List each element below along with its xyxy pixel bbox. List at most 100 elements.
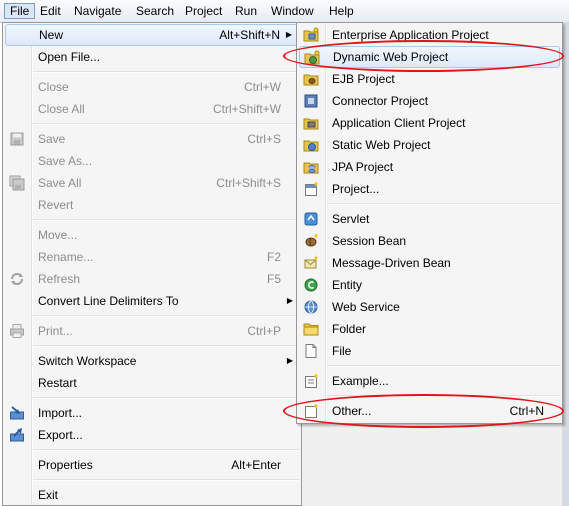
menu-separator (33, 479, 299, 481)
menu-item-label: Open File... (38, 50, 101, 64)
new-entity[interactable]: Entity (299, 274, 560, 296)
menu-item-accelerator: Ctrl+Shift+S (216, 176, 281, 190)
new-web-service[interactable]: Web Service (299, 296, 560, 318)
new-session-bean[interactable]: Session Bean (299, 230, 560, 252)
menu-separator (327, 395, 560, 397)
menu-bar: File Edit Navigate Search Project Run Wi… (0, 0, 569, 23)
entity-icon (304, 278, 318, 292)
ejb-project-icon (303, 74, 319, 86)
new-connector-project[interactable]: Connector Project (299, 90, 560, 112)
new-file[interactable]: File (299, 340, 560, 362)
example-icon (305, 373, 319, 388)
new-jpa-project[interactable]: JPA Project (299, 156, 560, 178)
message-driven-bean-icon (304, 255, 319, 269)
file-menu-save[interactable]: Save Ctrl+S (5, 128, 299, 150)
file-menu-save-as[interactable]: Save As... (5, 150, 299, 172)
new-project[interactable]: Project... (299, 178, 560, 200)
file-menu-move[interactable]: Move... (5, 224, 299, 246)
new-folder[interactable]: Folder (299, 318, 560, 340)
menu-item-label: Session Bean (332, 234, 407, 248)
menu-item-label: Message-Driven Bean (332, 256, 451, 270)
file-menu-export[interactable]: Export... (5, 424, 299, 446)
menu-item-label: Application Client Project (332, 116, 466, 130)
file-menu-close[interactable]: Close Ctrl+W (5, 76, 299, 98)
session-bean-icon (305, 233, 319, 247)
menu-file[interactable]: File (4, 3, 36, 19)
workbench-panel-edge (562, 22, 569, 506)
menu-help[interactable]: Help (324, 3, 359, 19)
file-menu-properties[interactable]: Properties Alt+Enter (5, 454, 299, 476)
menu-item-accelerator: Ctrl+W (244, 80, 281, 94)
web-service-icon (304, 300, 318, 314)
new-servlet[interactable]: Servlet (299, 208, 560, 230)
static-web-project-icon (303, 140, 319, 152)
menu-edit[interactable]: Edit (35, 3, 66, 19)
menu-item-label: Close (38, 80, 69, 94)
menu-item-label: Dynamic Web Project (333, 50, 449, 64)
file-menu-refresh[interactable]: Refresh F5 (5, 268, 299, 290)
menu-separator (327, 203, 560, 205)
menu-item-label: Refresh (38, 272, 81, 286)
menu-item-accelerator: Ctrl+S (247, 132, 281, 146)
new-ejb-project[interactable]: EJB Project (299, 68, 560, 90)
print-icon (10, 324, 24, 338)
menu-item-label: New (39, 28, 64, 42)
menu-item-label: Export... (38, 428, 83, 442)
menu-item-label: Servlet (332, 212, 370, 226)
new-static-web-project[interactable]: Static Web Project (299, 134, 560, 156)
file-menu-rename[interactable]: Rename... F2 (5, 246, 299, 268)
save-icon (10, 132, 24, 146)
menu-separator (33, 123, 299, 125)
application-client-project-icon (303, 118, 319, 130)
menu-item-label: Properties (38, 458, 93, 472)
file-menu-open-file[interactable]: Open File... (5, 46, 299, 68)
import-icon (10, 406, 24, 420)
file-menu: New Alt+Shift+N ▶ Open File... Close Ctr… (2, 22, 302, 506)
new-example[interactable]: Example... (299, 370, 560, 392)
enterprise-application-project-icon (303, 27, 319, 42)
menu-item-label: Other... (332, 404, 372, 418)
file-menu-exit[interactable]: Exit (5, 484, 299, 506)
menu-separator (33, 449, 299, 451)
new-enterprise-application-project[interactable]: Enterprise Application Project (299, 24, 560, 46)
menu-item-label: Exit (38, 488, 59, 502)
menu-navigate[interactable]: Navigate (69, 3, 126, 19)
menu-item-label: Move... (38, 228, 78, 242)
new-other[interactable]: Other... Ctrl+N (299, 400, 560, 422)
file-menu-revert[interactable]: Revert (5, 194, 299, 216)
file-menu-switch-workspace[interactable]: Switch Workspace ▶ (5, 350, 299, 372)
menu-item-label: Connector Project (332, 94, 429, 108)
menu-item-label: Save All (38, 176, 82, 190)
menu-window[interactable]: Window (266, 3, 319, 19)
file-menu-convert-line-delimiters[interactable]: Convert Line Delimiters To ▶ (5, 290, 299, 312)
new-project-icon (305, 181, 319, 196)
new-application-client-project[interactable]: Application Client Project (299, 112, 560, 134)
new-dynamic-web-project[interactable]: Dynamic Web Project (299, 46, 560, 68)
file-menu-close-all[interactable]: Close All Ctrl+Shift+W (5, 98, 299, 120)
menu-item-label: Example... (332, 374, 389, 388)
menu-item-label: Print... (38, 324, 73, 338)
menu-separator (33, 219, 299, 221)
menu-item-accelerator: F5 (266, 272, 281, 286)
menu-item-label: Switch Workspace (38, 354, 137, 368)
file-menu-new[interactable]: New Alt+Shift+N ▶ (5, 24, 299, 46)
menu-item-label: Folder (332, 322, 367, 336)
file-icon (305, 344, 317, 358)
menu-search[interactable]: Search (131, 3, 179, 19)
menu-item-accelerator: F2 (266, 250, 281, 264)
jpa-project-icon (303, 162, 319, 174)
file-menu-restart[interactable]: Restart (5, 372, 299, 394)
menu-item-label: Save As... (38, 154, 93, 168)
menu-item-label: JPA Project (332, 160, 394, 174)
menu-item-label: EJB Project (332, 72, 395, 86)
menu-item-accelerator: Ctrl+P (247, 324, 281, 338)
file-menu-print[interactable]: Print... Ctrl+P (5, 320, 299, 342)
menu-run[interactable]: Run (230, 3, 262, 19)
file-menu-import[interactable]: Import... (5, 402, 299, 424)
menu-item-accelerator: Alt+Shift+N (219, 28, 280, 42)
menu-separator (33, 397, 299, 399)
file-menu-save-all[interactable]: Save All Ctrl+Shift+S (5, 172, 299, 194)
other-wizard-icon (305, 403, 319, 418)
new-message-driven-bean[interactable]: Message-Driven Bean (299, 252, 560, 274)
menu-project[interactable]: Project (180, 3, 227, 19)
